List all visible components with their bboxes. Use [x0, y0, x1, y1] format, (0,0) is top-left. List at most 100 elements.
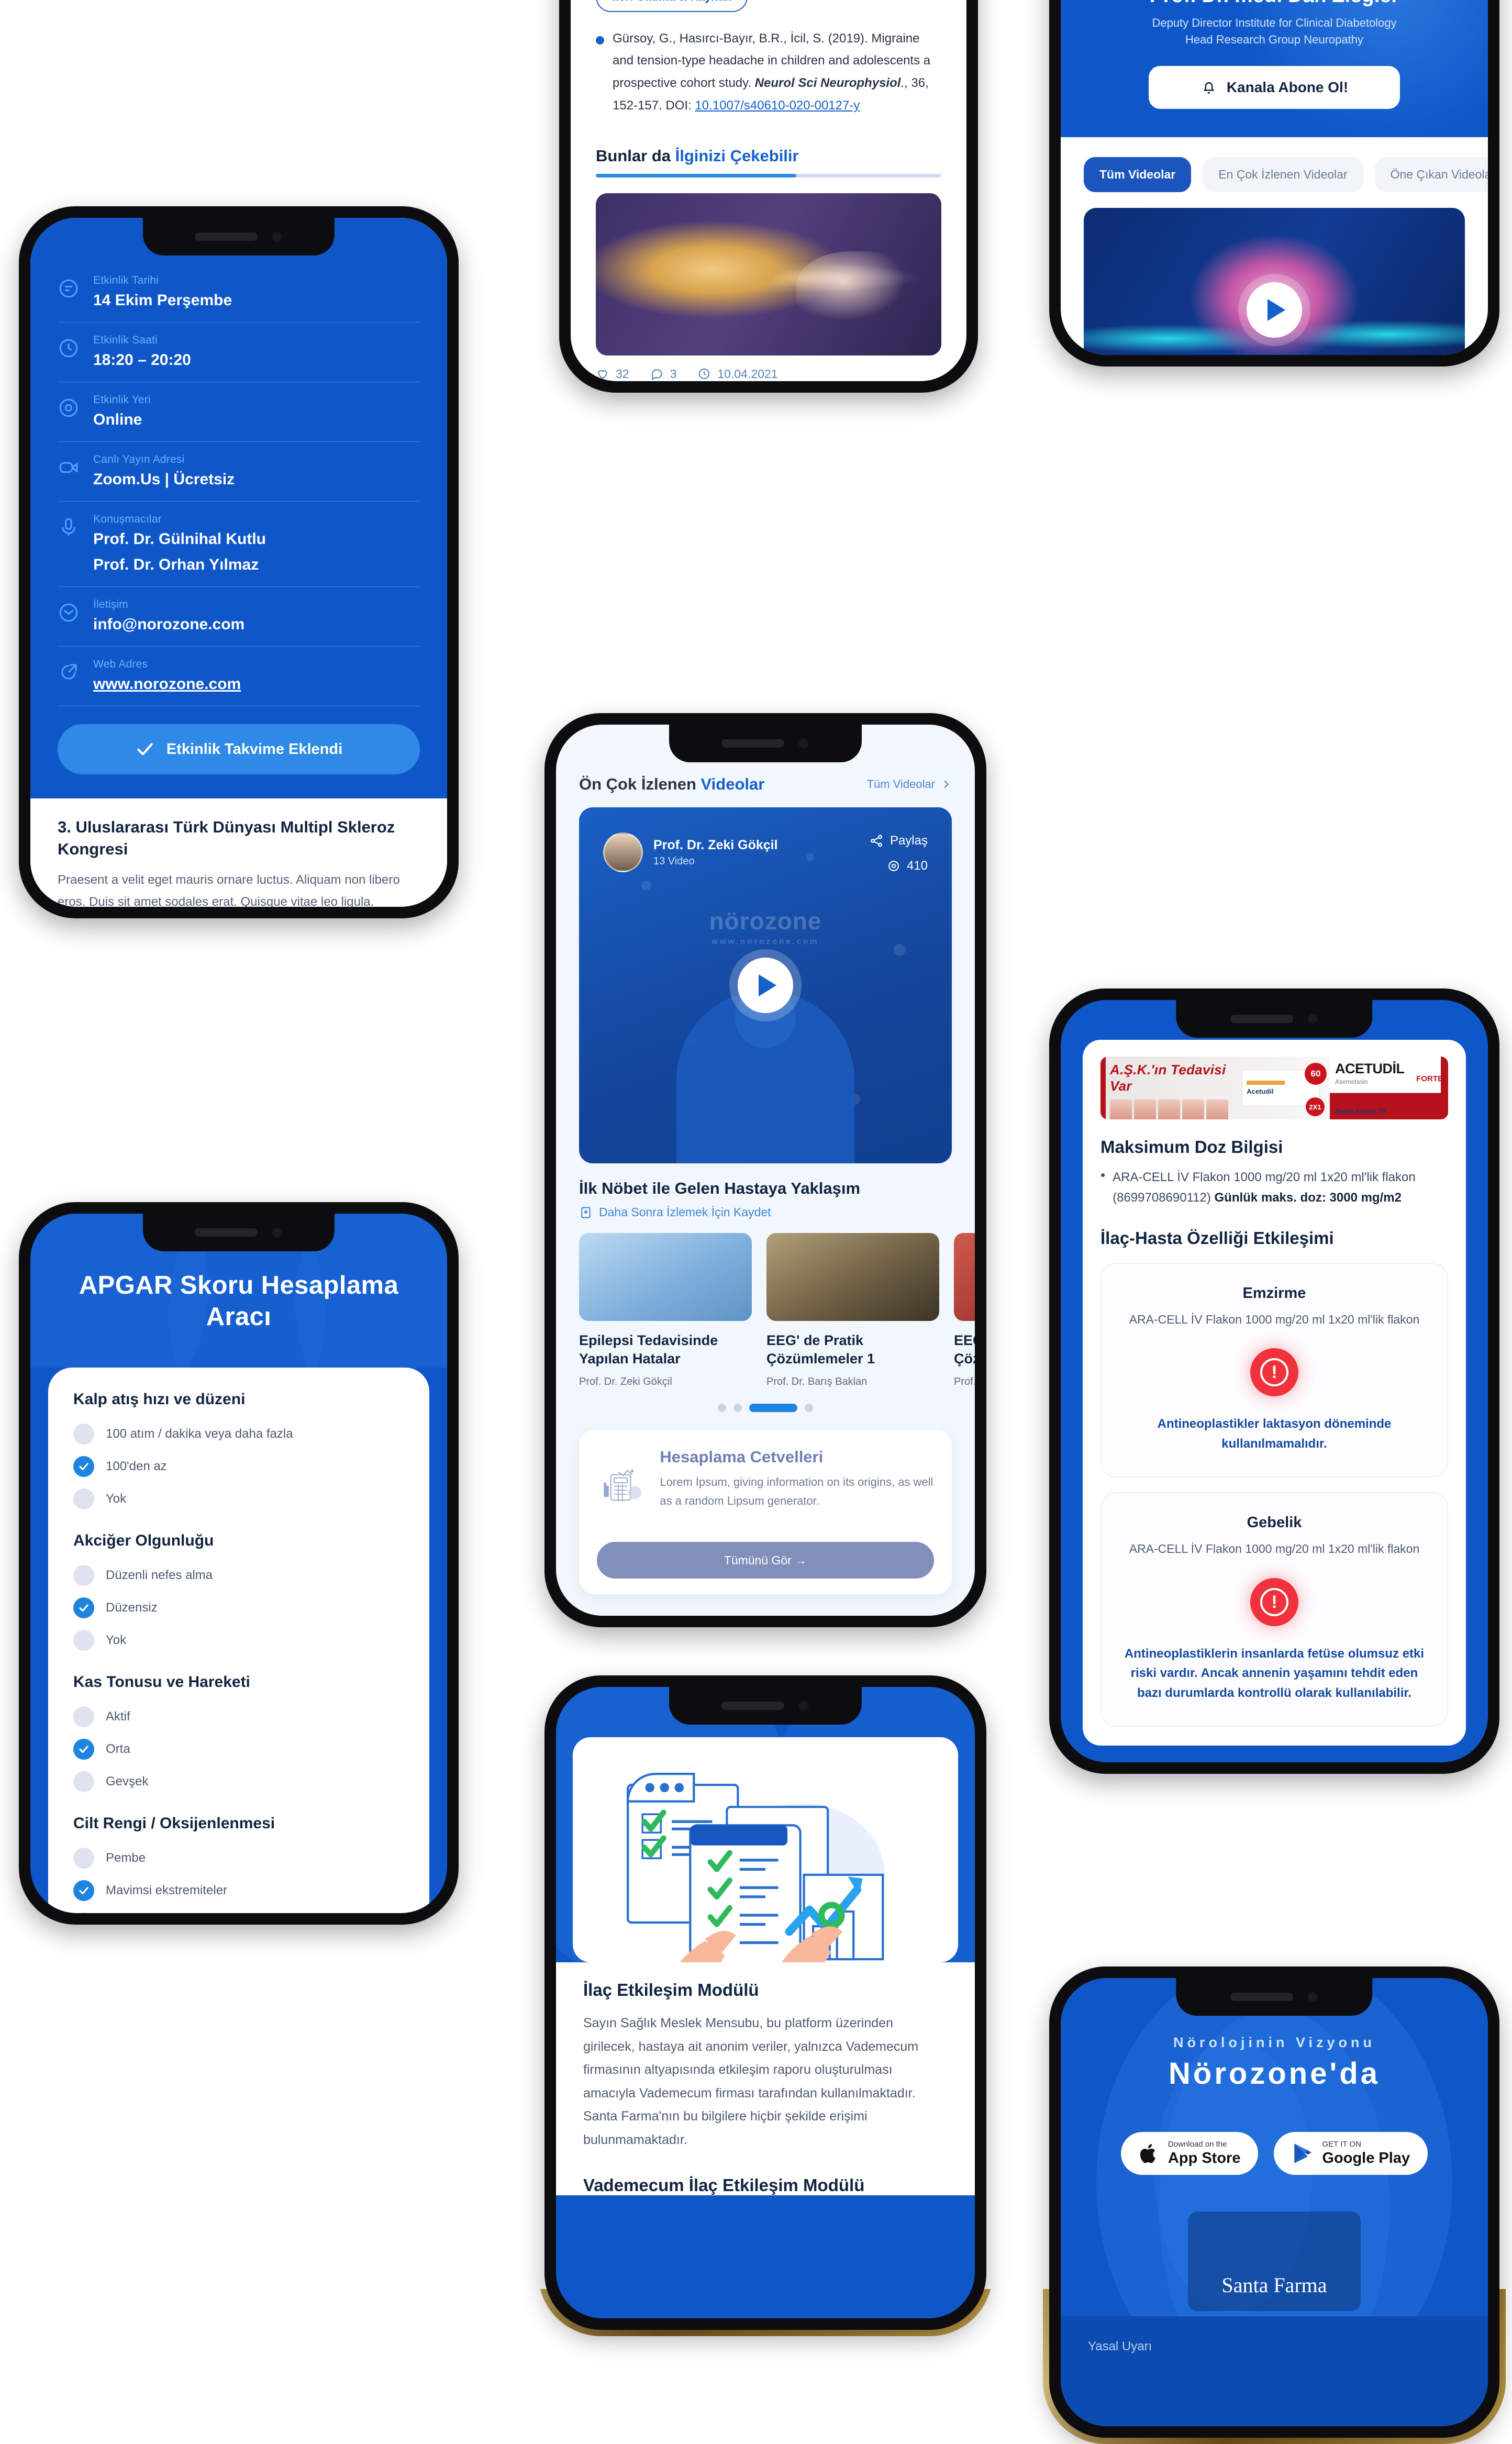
radio-unchecked-icon[interactable]: [73, 1488, 94, 1509]
all-videos-link[interactable]: Tüm Videolar: [867, 777, 952, 791]
further-reading-header: İleri Okuma & Kaynak: [596, 0, 941, 12]
event-row-place: Etkinlik Yeri Online: [58, 382, 420, 442]
featured-video-card[interactable]: Prof. Dr. Zeki Gökçil 13 Video Paylaş 41…: [579, 807, 952, 1163]
video-list-item[interactable]: EEG' de Pratik Çözümlemeler 1 Prof. Dr. B…: [766, 1233, 939, 1388]
carousel-pager[interactable]: [556, 1404, 975, 1413]
subscribe-button[interactable]: Kanala Abone Ol!: [1149, 66, 1400, 109]
calc-see-all-button[interactable]: Tümünü Gör →: [597, 1542, 934, 1579]
exclamation-icon: !: [1260, 1587, 1288, 1616]
channel-speaker-name: Prof. Dr. med. Dan Ziegler: [1082, 0, 1467, 7]
apgar-option[interactable]: Düzenli nefes alma: [73, 1559, 404, 1592]
apgar-option[interactable]: Yok: [73, 1624, 404, 1657]
radio-checked-icon[interactable]: [73, 1738, 94, 1760]
max-dose-item: • ARA-CELL İV Flakon 1000 mg/20 ml 1x20 …: [1100, 1168, 1448, 1208]
earpiece-speaker: [1230, 1015, 1293, 1023]
add-to-calendar-button[interactable]: Etkinlik Takvime Eklendi: [58, 724, 420, 774]
exclamation-icon: !: [1260, 1358, 1288, 1387]
apgar-option[interactable]: Mavimsi ekstremiteler: [73, 1874, 404, 1907]
check-icon: [135, 739, 155, 759]
bullet-icon: •: [1100, 1167, 1106, 1183]
video-thumbnail[interactable]: [766, 1233, 939, 1321]
apgar-option[interactable]: Düzensiz: [73, 1592, 404, 1624]
event-time-label: Etkinlik Saati: [93, 334, 158, 346]
video-carousel[interactable]: Epilepsi Tedavisinde Yapılan Hatalar Prof…: [579, 1219, 975, 1388]
earpiece-speaker: [195, 232, 258, 241]
apgar-option-label: Düzensiz: [106, 1600, 158, 1615]
event-contact-value[interactable]: info@norozone.com: [93, 614, 244, 635]
radio-checked-icon[interactable]: [73, 1597, 94, 1618]
apgar-option[interactable]: 100'den az: [73, 1450, 404, 1483]
pager-dot[interactable]: [733, 1404, 742, 1413]
event-row-speakers: Konuşmacılar Prof. Dr. Gülnihal Kutlu Pr…: [58, 502, 420, 587]
radio-unchecked-icon[interactable]: [73, 1847, 94, 1869]
interaction-title: Emzirme: [1242, 1284, 1306, 1302]
apgar-option[interactable]: Tamamen Mavi: [73, 1907, 404, 1913]
play-button[interactable]: [1247, 282, 1302, 338]
video-filter-tabs[interactable]: Tüm Videolar En Çok İzlenen Videolar Öne Ç…: [1061, 137, 1488, 193]
radio-unchecked-icon[interactable]: [73, 1629, 94, 1651]
radio-unchecked-icon[interactable]: [73, 1564, 94, 1586]
related-article-thumbnail[interactable]: [596, 193, 941, 356]
interaction-card-lactation: Emzirme ARA-CELL İV Flakon 1000 mg/20 ml…: [1100, 1262, 1448, 1478]
apgar-option[interactable]: Orta: [73, 1733, 404, 1765]
pager-dot[interactable]: [749, 1404, 797, 1413]
video-list-item[interactable]: Epilepsi Tedavisinde Yapılan Hatalar Prof…: [579, 1233, 752, 1388]
featured-speaker-name: Prof. Dr. Zeki Gökçil: [653, 837, 778, 852]
legal-footer: Yasal Uyarı: [1061, 2316, 1488, 2426]
brain-illustration: [596, 193, 941, 356]
event-web-value[interactable]: www.norozone.com: [93, 674, 241, 694]
video-title: EEG' de Pratik Çözümlemeler 2: [954, 1332, 975, 1367]
phone-event-detail: Etkinlik Tarihi 14 Ekim Perşembe Etkinli…: [13, 200, 465, 925]
radio-unchecked-icon[interactable]: [73, 1423, 94, 1445]
save-for-later-button[interactable]: Daha Sonra İzlemek İçin Kaydet: [579, 1205, 952, 1219]
apgar-option-label: Pembe: [106, 1850, 146, 1865]
radio-unchecked-icon[interactable]: [73, 1771, 94, 1792]
pager-dot[interactable]: [718, 1404, 726, 1413]
share-action[interactable]: Paylaş: [869, 834, 928, 848]
video-list-item[interactable]: EEG' de Pratik Çözümlemeler 2 Prof. Dr.: [954, 1233, 975, 1388]
play-button[interactable]: [738, 958, 793, 1013]
radio-checked-icon[interactable]: [73, 1456, 94, 1477]
apgar-option[interactable]: 100 atım / dakika veya daha fazla: [73, 1418, 404, 1450]
apgar-option[interactable]: Gevşek: [73, 1765, 404, 1798]
ad-promo-badge: 2X1: [1306, 1097, 1325, 1116]
chevron-right-icon: [944, 780, 949, 788]
video-thumbnail[interactable]: [579, 1233, 752, 1321]
mail-icon: [58, 602, 80, 624]
app-store-button[interactable]: Download on the App Store: [1120, 2132, 1259, 2175]
event-contact-label: İletişim: [93, 598, 128, 610]
play-triangle-icon: [1268, 299, 1285, 321]
microphone-icon: [58, 516, 80, 538]
tab-most-watched[interactable]: En Çok İzlenen Videolar: [1203, 157, 1363, 193]
phone-dose-information: A.Ş.K.'ın Tedavisi Var Acetudil 60 2X1 A…: [1043, 982, 1506, 1780]
tab-all-videos[interactable]: Tüm Videolar: [1084, 157, 1192, 193]
apgar-option-label: Orta: [106, 1741, 130, 1756]
google-play-button[interactable]: GET IT ON Google Play: [1274, 2132, 1428, 2175]
apgar-option[interactable]: Pembe: [73, 1842, 404, 1874]
legal-notice-link[interactable]: Yasal Uyarı: [1088, 2339, 1152, 2354]
calculation-tables-card[interactable]: Hesaplama Cetvelleri Lorem Ipsum, giving…: [579, 1430, 952, 1595]
pager-dot[interactable]: [805, 1404, 813, 1413]
radio-checked-icon[interactable]: [73, 1880, 94, 1901]
channel-role-line1: Deputy Director Institute for Clinical D…: [1152, 16, 1397, 29]
video-author: Prof. Dr.: [954, 1376, 975, 1388]
reference-doi-link[interactable]: 10.1007/s40610-020-00127-y: [695, 98, 860, 113]
apgar-option[interactable]: Yok: [73, 1483, 404, 1515]
apgar-form: Kalp atış hızı ve düzeni 100 atım / dakik…: [30, 1367, 447, 1913]
speaker-silhouette: [676, 991, 854, 1163]
calculator-icon: [604, 1469, 641, 1502]
video-thumbnail[interactable]: [954, 1233, 975, 1321]
advertisement-banner[interactable]: A.Ş.K.'ın Tedavisi Var Acetudil 60 2X1 A…: [1100, 1057, 1448, 1119]
event-row-web: Web Adres www.norozone.com: [58, 647, 420, 706]
featured-video-title: İlk Nöbet ile Gelen Hastaya Yaklaşım: [579, 1179, 861, 1197]
front-camera: [1306, 1991, 1318, 2003]
event-description-panel: 3. Uluslararası Türk Dünyası Multipl Skl…: [30, 798, 447, 907]
watermark-text: nörozone: [709, 907, 822, 935]
phone-notch: [142, 218, 335, 255]
phone-app-download: Nörolojinin Vizyonu Nörozone'da Download…: [1043, 1960, 1506, 2444]
radio-unchecked-icon[interactable]: [73, 1706, 94, 1727]
video-thumbnail[interactable]: [1084, 208, 1465, 355]
apgar-option[interactable]: Aktif: [73, 1701, 404, 1733]
apgar-group-title: Cilt Rengi / Oksijenlenmesi: [73, 1814, 275, 1832]
tab-featured[interactable]: Öne Çıkan Videolar: [1374, 157, 1488, 193]
